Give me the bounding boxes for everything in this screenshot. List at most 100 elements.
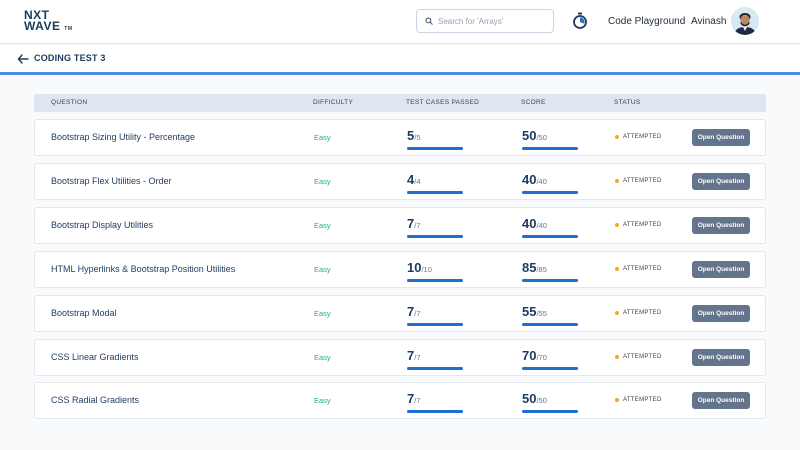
timer-icon[interactable] — [572, 12, 588, 30]
back-arrow-icon[interactable] — [17, 53, 29, 65]
open-question-button[interactable]: Open Question — [692, 217, 750, 234]
score-progress-fill — [522, 191, 578, 194]
total-count: /10 — [421, 265, 432, 274]
table-row: HTML Hyperlinks & Bootstrap Position Uti… — [34, 251, 766, 288]
open-question-button[interactable]: Open Question — [692, 129, 750, 146]
score-progress-fill — [522, 367, 578, 370]
score-progress-fill — [522, 279, 578, 282]
search-icon — [425, 17, 433, 25]
test-cases-progress-fill — [407, 279, 463, 282]
test-cases-passed: 5/5 — [407, 127, 463, 150]
status-dot-icon — [615, 223, 619, 227]
test-header: CODING TEST 3 — [0, 45, 800, 75]
score-progress — [522, 410, 578, 413]
score-value: 85 — [522, 260, 537, 275]
question-title[interactable]: Bootstrap Sizing Utility - Percentage — [51, 132, 195, 142]
status-badge: ATTEMPTED — [615, 397, 662, 403]
header-question: QUESTION — [51, 99, 88, 106]
test-cases-progress-fill — [407, 191, 463, 194]
score: 50/50 — [522, 127, 578, 150]
score-value: 55 — [522, 304, 537, 319]
status-text: ATTEMPTED — [623, 354, 662, 360]
test-cases-progress — [407, 410, 463, 413]
status-badge: ATTEMPTED — [615, 134, 662, 140]
logo-tm: TM — [64, 26, 73, 32]
status-dot-icon — [615, 179, 619, 183]
score: 50/50 — [522, 390, 578, 413]
test-cases-progress — [407, 235, 463, 238]
score-value: 40 — [522, 172, 537, 187]
score-value: 50 — [522, 128, 537, 143]
header-status: STATUS — [614, 99, 641, 106]
open-question-button[interactable]: Open Question — [692, 349, 750, 366]
score: 70/70 — [522, 347, 578, 370]
user-name[interactable]: Avinash — [691, 16, 726, 27]
test-cases-progress — [407, 323, 463, 326]
score-progress-fill — [522, 323, 578, 326]
question-title[interactable]: Bootstrap Modal — [51, 308, 117, 318]
nxtwave-logo[interactable]: NXT WAVE TM — [24, 9, 73, 35]
table-row: Bootstrap Flex Utilities - Order Easy 4/… — [34, 163, 766, 200]
page-title: CODING TEST 3 — [34, 53, 106, 63]
table-row: Bootstrap Display Utilities Easy 7/7 40/… — [34, 207, 766, 244]
score-progress — [522, 191, 578, 194]
status-badge: ATTEMPTED — [615, 178, 662, 184]
score: 55/55 — [522, 303, 578, 326]
total-count: /7 — [414, 221, 421, 230]
difficulty-label: Easy — [314, 309, 331, 318]
difficulty-label: Easy — [314, 177, 331, 186]
test-cases-progress-fill — [407, 410, 463, 413]
logo-line2: WAVE TM — [24, 20, 73, 35]
test-cases-progress-fill — [407, 235, 463, 238]
code-playground-link[interactable]: Code Playground — [608, 16, 685, 27]
open-question-button[interactable]: Open Question — [692, 173, 750, 190]
open-question-button[interactable]: Open Question — [692, 261, 750, 278]
question-title[interactable]: Bootstrap Flex Utilities - Order — [51, 176, 172, 186]
question-title[interactable]: Bootstrap Display Utilities — [51, 220, 153, 230]
search-input[interactable] — [438, 16, 548, 26]
test-cases-passed: 7/7 — [407, 347, 463, 370]
difficulty-label: Easy — [314, 133, 331, 142]
total-count: /7 — [414, 396, 421, 405]
header-score: SCORE — [521, 99, 546, 106]
open-question-button[interactable]: Open Question — [692, 305, 750, 322]
question-title[interactable]: CSS Radial Gradients — [51, 395, 139, 405]
status-dot-icon — [615, 355, 619, 359]
score-progress — [522, 323, 578, 326]
status-badge: ATTEMPTED — [615, 354, 662, 360]
avatar[interactable] — [731, 7, 759, 35]
score-progress — [522, 279, 578, 282]
score-progress-fill — [522, 410, 578, 413]
status-text: ATTEMPTED — [623, 134, 662, 140]
test-cases-passed: 4/4 — [407, 171, 463, 194]
table-row: Bootstrap Modal Easy 7/7 55/55 ATTEMPTED… — [34, 295, 766, 332]
test-cases-progress — [407, 367, 463, 370]
user-avatar-icon — [731, 7, 759, 35]
score-max: /85 — [536, 265, 547, 274]
total-count: /4 — [414, 177, 421, 186]
score-progress-fill — [522, 147, 578, 150]
score-progress — [522, 147, 578, 150]
score-max: /40 — [536, 177, 547, 186]
top-navbar: NXT WAVE TM Code Playground Avinash — [0, 0, 800, 44]
question-title[interactable]: CSS Linear Gradients — [51, 352, 139, 362]
table-header: QUESTION DIFFICULTY TEST CASES PASSED SC… — [34, 94, 766, 112]
question-title[interactable]: HTML Hyperlinks & Bootstrap Position Uti… — [51, 264, 235, 274]
score-max: /40 — [536, 221, 547, 230]
test-cases-progress — [407, 279, 463, 282]
test-cases-progress-fill — [407, 323, 463, 326]
status-dot-icon — [615, 311, 619, 315]
status-badge: ATTEMPTED — [615, 266, 662, 272]
open-question-button[interactable]: Open Question — [692, 392, 750, 409]
search-box[interactable] — [416, 9, 554, 33]
status-dot-icon — [615, 398, 619, 402]
difficulty-label: Easy — [314, 396, 331, 405]
score-value: 70 — [522, 348, 537, 363]
status-dot-icon — [615, 135, 619, 139]
status-dot-icon — [615, 267, 619, 271]
score-progress-fill — [522, 235, 578, 238]
table-row: Bootstrap Sizing Utility - Percentage Ea… — [34, 119, 766, 156]
table-row: CSS Radial Gradients Easy 7/7 50/50 ATTE… — [34, 382, 766, 419]
status-text: ATTEMPTED — [623, 397, 662, 403]
score-max: /55 — [536, 309, 547, 318]
